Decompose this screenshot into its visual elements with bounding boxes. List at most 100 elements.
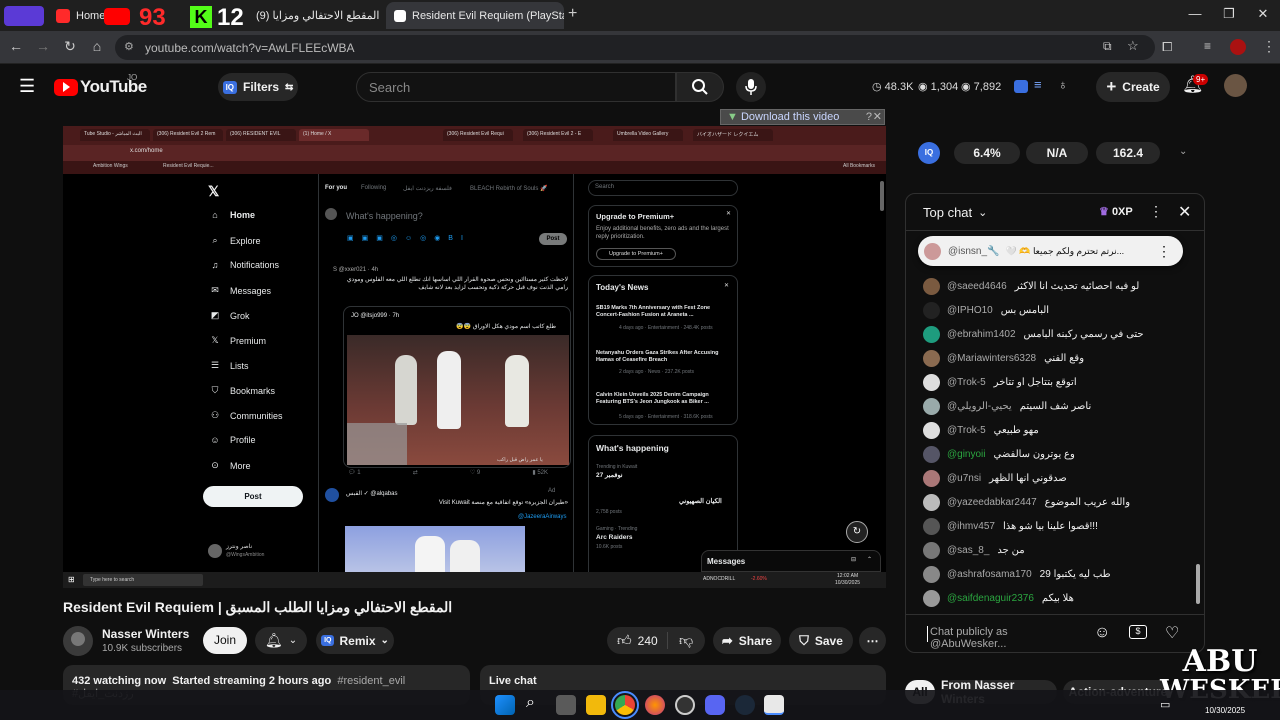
extensions-icon[interactable]: ⧠ — [1162, 39, 1172, 55]
chat-avatar[interactable] — [923, 494, 940, 511]
emoji-icon[interactable]: ☺ — [1094, 624, 1110, 642]
chat-message[interactable]: @ihmv457 قصوا علينا بيا شو هذا!!! — [923, 518, 1098, 535]
media-icon[interactable]: ≡ — [1204, 39, 1211, 53]
site-info-icon[interactable]: ⚙ — [124, 40, 134, 53]
chat-username[interactable]: @saeed4646 — [947, 281, 1007, 292]
chat-username[interactable]: @Trok-5 — [947, 425, 986, 436]
address-bar[interactable]: ⚙ youtube.com/watch?v=AwLFLEEcWBA ⧉ ☆ — [115, 35, 1155, 60]
chat-menu-icon[interactable]: ⋮ — [1149, 203, 1163, 220]
chat-avatar[interactable] — [923, 590, 940, 607]
share-button[interactable]: ➦ Share — [713, 627, 781, 654]
chat-username[interactable]: @ashrafosama170 — [947, 569, 1032, 580]
search-input[interactable]: Search — [356, 72, 676, 102]
chrome-icon[interactable] — [611, 691, 639, 719]
more-actions-button[interactable]: ⋯ — [859, 627, 886, 654]
iq-extension-icon[interactable] — [1014, 80, 1028, 93]
chat-avatar[interactable] — [923, 278, 940, 295]
chat-input[interactable]: Chat publicly as @AbuWesker... — [927, 626, 1087, 650]
chat-avatar[interactable] — [923, 398, 940, 415]
search-icon[interactable]: ⌕ — [526, 694, 535, 712]
chat-avatar[interactable] — [923, 422, 940, 439]
chat-avatar[interactable] — [923, 374, 940, 391]
tab-search-button[interactable] — [4, 6, 44, 26]
chat-username[interactable]: @ebrahim1402 — [947, 329, 1016, 340]
chat-message[interactable]: @yazeedabkar2447 والله عريب الموضوع — [923, 494, 1130, 511]
chat-message[interactable]: @Trok-5 اتوقع بتتاجل او تتاخر — [923, 374, 1077, 391]
chat-username[interactable]: @IPHO10 — [947, 305, 993, 316]
chat-username[interactable]: @saifdenaguir2376 — [947, 593, 1034, 604]
minimize-icon[interactable]: — — [1180, 6, 1210, 21]
chat-message[interactable]: @ginyoii وع يوترون سالفضي — [923, 446, 1075, 463]
window-close-icon[interactable]: ✕ — [1248, 6, 1278, 22]
chat-message[interactable]: @يحيي-الرويلي ناصر شف السيتم — [923, 398, 1091, 415]
menu-icon[interactable]: ☰ — [19, 76, 35, 97]
chat-message[interactable]: @ashrafosama170 29 طب ليه يكتبوا — [923, 566, 1111, 583]
home-icon[interactable]: ⌂ — [87, 38, 107, 54]
pinned-menu-icon[interactable]: ⋮ — [1157, 243, 1171, 260]
search-button[interactable] — [676, 72, 724, 102]
subscribe-bell-button[interactable]: 🔔︎ ⌄ — [255, 627, 307, 654]
chat-message[interactable]: @saifdenaguir2376 هلا بيكم — [923, 590, 1074, 607]
download-video-bar[interactable]: ▼ Download this video ? ✕ — [720, 109, 885, 125]
chat-message[interactable]: @IPHO10 البامس بس — [923, 302, 1049, 319]
file-explorer-icon[interactable] — [586, 695, 606, 715]
chat-message[interactable]: @Trok-5 مهو طبيعي — [923, 422, 1039, 439]
taskbar-date[interactable]: 10/30/2025 — [1205, 706, 1245, 715]
create-button[interactable]: + Create — [1096, 72, 1170, 102]
like-count[interactable]: 240 — [638, 634, 658, 648]
chat-avatar[interactable] — [923, 326, 940, 343]
channel-name[interactable]: Nasser Winters — [102, 627, 189, 641]
top-chat-dropdown[interactable]: Top chat ⌄ — [923, 205, 987, 220]
tab-resident-evil[interactable]: Resident Evil Requiem (PlayStat ✕ — [386, 2, 564, 29]
steam-icon[interactable] — [735, 695, 755, 715]
new-tab-icon[interactable]: + — [568, 5, 577, 23]
chat-message[interactable]: @Mariawinters6328 وقع الفني — [923, 350, 1084, 367]
app-icon[interactable] — [764, 695, 784, 715]
chat-username[interactable]: @Mariawinters6328 — [947, 353, 1036, 364]
discord-icon[interactable] — [705, 695, 725, 715]
chat-close-icon[interactable]: ✕ — [1178, 202, 1191, 222]
like-icon[interactable]: 👍︎ — [617, 632, 632, 649]
join-button[interactable]: Join — [203, 627, 247, 654]
chat-message[interactable]: @ebrahim1402 حتى في رسمي ركبنه البامس — [923, 326, 1144, 343]
save-button[interactable]: ⛉ Save — [789, 627, 853, 654]
chat-username[interactable]: @u7nsi — [947, 473, 981, 484]
chat-username[interactable]: @yazeedabkar2447 — [947, 497, 1037, 508]
chat-avatar[interactable] — [923, 302, 940, 319]
trophy-icon[interactable]: ♁ — [1058, 77, 1068, 92]
windows-start-icon[interactable] — [495, 695, 515, 715]
chat-message[interactable]: @saeed4646 لو فيه احصائيه تحديث انا الاكث… — [923, 278, 1139, 295]
task-view-icon[interactable] — [556, 695, 576, 715]
chat-avatar[interactable] — [923, 470, 940, 487]
account-avatar[interactable] — [1224, 74, 1247, 97]
chat-username[interactable]: @Trok-5 — [947, 377, 986, 388]
pinned-message[interactable]: @isnsn_🔧 🤍 🫶 نرتم تحترم ولكم جميعا... ⋮ — [918, 236, 1183, 266]
chat-scrollbar[interactable] — [1196, 564, 1200, 604]
network-icon[interactable]: ▭ — [1160, 698, 1170, 711]
chat-username[interactable]: @sas_8_ — [947, 545, 989, 556]
chat-avatar[interactable] — [923, 446, 940, 463]
iq-badge-icon[interactable]: IQ — [918, 142, 940, 164]
list-icon[interactable]: ≡ — [1034, 77, 1042, 92]
install-icon[interactable]: ⧉ — [1103, 39, 1112, 54]
video-player[interactable]: Tube Studio - البث المباشر (306) Residen… — [63, 126, 886, 588]
chat-avatar[interactable] — [923, 566, 940, 583]
xp-badge[interactable]: ♛ 0XP — [1099, 205, 1133, 218]
forward-icon[interactable]: → — [33, 38, 53, 54]
tab-youtube-video[interactable]: (9) المقطع الاحتفالي ومزايا ✕ — [248, 2, 386, 29]
help-icon[interactable]: ? — [866, 110, 872, 124]
heart-icon[interactable]: ♡ — [1165, 623, 1179, 643]
chat-username[interactable]: @يحيي-الرويلي — [947, 401, 1012, 412]
profile-avatar[interactable] — [1230, 39, 1246, 55]
dislike-icon[interactable]: 👎︎ — [679, 632, 693, 649]
chat-username[interactable]: @ihmv457 — [947, 521, 995, 532]
remix-button[interactable]: IQ Remix ⌄ — [316, 627, 394, 654]
back-icon[interactable]: ← — [6, 38, 26, 54]
reload-icon[interactable]: ↻ — [60, 38, 80, 55]
chat-message[interactable]: @sas_8_ من جد — [923, 542, 1025, 559]
firefox-icon[interactable] — [645, 695, 665, 715]
chat-message[interactable]: @u7nsi صدقوني انها الظهر — [923, 470, 1067, 487]
iq-expand-icon[interactable]: ⌄ — [1179, 146, 1187, 157]
voice-search-button[interactable] — [736, 72, 766, 102]
chat-avatar[interactable] — [923, 518, 940, 535]
